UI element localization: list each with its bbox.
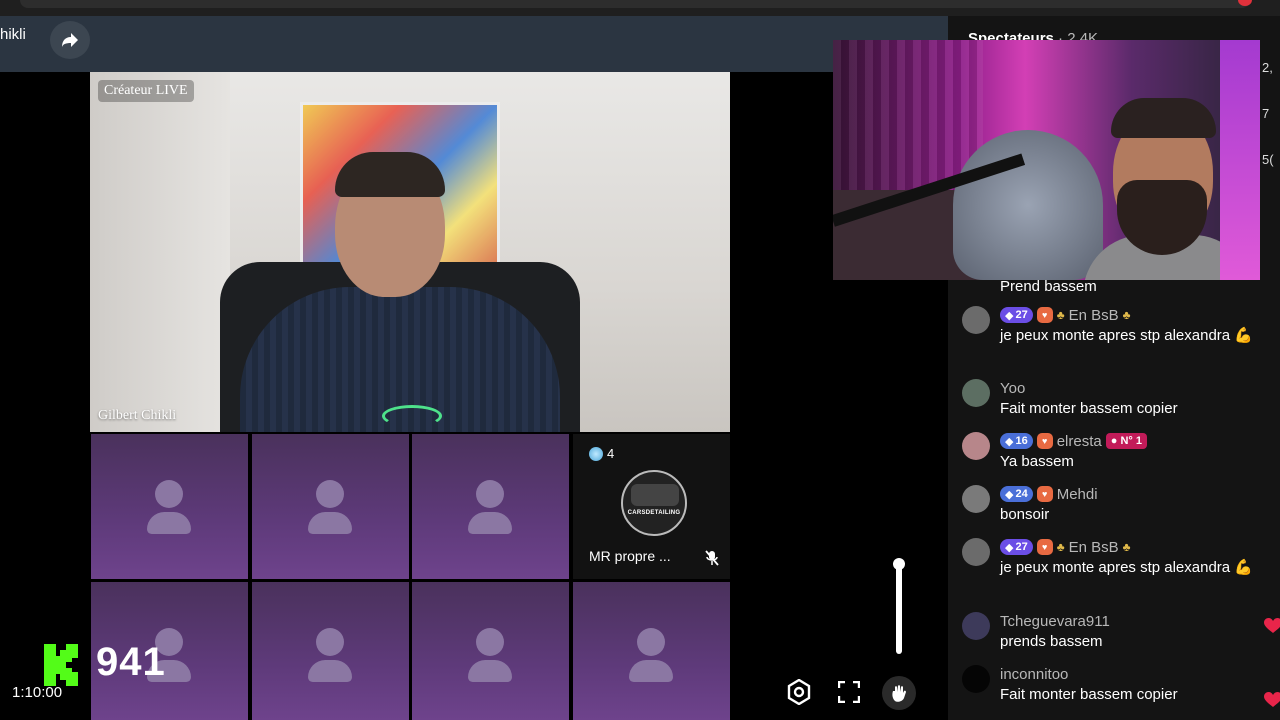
- username[interactable]: En BsB: [1069, 539, 1119, 556]
- guest-slot-empty[interactable]: [412, 582, 569, 720]
- clover-icon: ♣: [1122, 540, 1131, 554]
- person-placeholder-icon: [316, 480, 344, 508]
- person-placeholder-icon: [476, 628, 504, 656]
- person-placeholder-icon: [155, 480, 183, 508]
- address-bar[interactable]: [20, 0, 1250, 8]
- share-arrow-icon: [62, 33, 78, 47]
- message-text: bonsoir: [1000, 506, 1050, 523]
- rank-badge: ● N° 1: [1105, 433, 1147, 449]
- heart-icon: [1264, 692, 1280, 707]
- clover-icon: ♣: [1122, 308, 1131, 322]
- volume-slider-knob[interactable]: [893, 558, 905, 570]
- gem-icon: [589, 446, 603, 461]
- kick-logo: [44, 644, 78, 686]
- guest-slot-empty[interactable]: [573, 582, 730, 720]
- fan-club-badge: ♥: [1036, 539, 1053, 555]
- streamer-webcam: [833, 40, 1260, 280]
- guest-name: MR propre ...: [589, 548, 671, 564]
- chat-message-partial: Prend bassem: [1000, 278, 1097, 295]
- settings-button[interactable]: [783, 676, 815, 708]
- mic-muted-icon: [705, 550, 719, 566]
- avatar[interactable]: [962, 485, 990, 513]
- guest-slot-mr-propre[interactable]: 4 CARSDETAILING MR propre ...: [573, 434, 730, 579]
- hand-wave-icon: [892, 685, 906, 702]
- fan-club-badge: ♥: [1036, 433, 1053, 449]
- raise-hand-button[interactable]: [882, 676, 916, 710]
- guest-avatar: CARSDETAILING: [621, 470, 687, 536]
- avatar[interactable]: [962, 306, 990, 334]
- volume-slider[interactable]: [893, 558, 905, 654]
- guest-gem-badge: 4: [589, 446, 614, 461]
- host-hair: [335, 152, 445, 197]
- message-text: je peux monte apres stp alexandra 💪: [1000, 559, 1253, 576]
- level-badge: ◆ 24: [1000, 486, 1033, 502]
- avatar[interactable]: [962, 379, 990, 407]
- username[interactable]: Mehdi: [1057, 486, 1098, 503]
- message-text: Fait monter bassem copier: [1000, 686, 1178, 703]
- browser-top-strip: [0, 0, 1280, 16]
- clover-icon: ♣: [1056, 308, 1065, 322]
- level-badge: ◆ 16: [1000, 433, 1033, 449]
- live-header: hikli: [0, 16, 948, 72]
- message-text: Fait monter bassem copier: [1000, 400, 1178, 417]
- speaking-indicator-icon: [382, 405, 442, 427]
- host-name: Gilbert Chikli: [98, 408, 177, 423]
- fullscreen-button[interactable]: [833, 676, 865, 708]
- kick-viewer-count: 941: [96, 640, 166, 684]
- fullscreen-icon: [838, 681, 860, 703]
- clover-icon: ♣: [1056, 540, 1065, 554]
- username[interactable]: elresta: [1057, 433, 1102, 450]
- person-placeholder-icon: [476, 480, 504, 508]
- avatar[interactable]: [962, 612, 990, 640]
- username[interactable]: Tcheguevara911: [1000, 613, 1110, 630]
- message-text: prends bassem: [1000, 633, 1103, 650]
- avatar[interactable]: [962, 432, 990, 460]
- guest-slot-empty[interactable]: [252, 434, 409, 579]
- creator-live-tag: Créateur LIVE: [98, 80, 194, 102]
- person-placeholder-icon: [316, 628, 344, 656]
- level-badge: ◆ 27: [1000, 307, 1033, 323]
- avatar[interactable]: [962, 665, 990, 693]
- guest-slot-empty[interactable]: [412, 434, 569, 579]
- message-text: Ya bassem: [1000, 453, 1074, 470]
- username[interactable]: inconnitoo: [1000, 666, 1068, 683]
- stream-timer: 1:10:00: [12, 684, 63, 701]
- avatar[interactable]: [962, 538, 990, 566]
- share-button[interactable]: [50, 21, 90, 59]
- guest-slot-empty[interactable]: [91, 434, 248, 579]
- host-video[interactable]: Créateur LIVE Gilbert Chikli: [90, 72, 730, 432]
- creator-name-partial: hikli: [0, 26, 26, 43]
- guest-slot-empty[interactable]: [252, 582, 409, 720]
- username[interactable]: Yoo: [1000, 380, 1025, 397]
- gear-icon: [787, 679, 811, 705]
- side-numbers: 2, 7 5(: [1262, 60, 1274, 167]
- fan-club-badge: ♥: [1036, 307, 1053, 323]
- heart-icon: [1264, 618, 1280, 633]
- fan-club-badge: ♥: [1036, 486, 1053, 502]
- person-placeholder-icon: [637, 628, 665, 656]
- car-icon: [631, 484, 679, 506]
- message-text: je peux monte apres stp alexandra 💪: [1000, 327, 1253, 344]
- username[interactable]: En BsB: [1069, 307, 1119, 324]
- level-badge: ◆ 27: [1000, 539, 1033, 555]
